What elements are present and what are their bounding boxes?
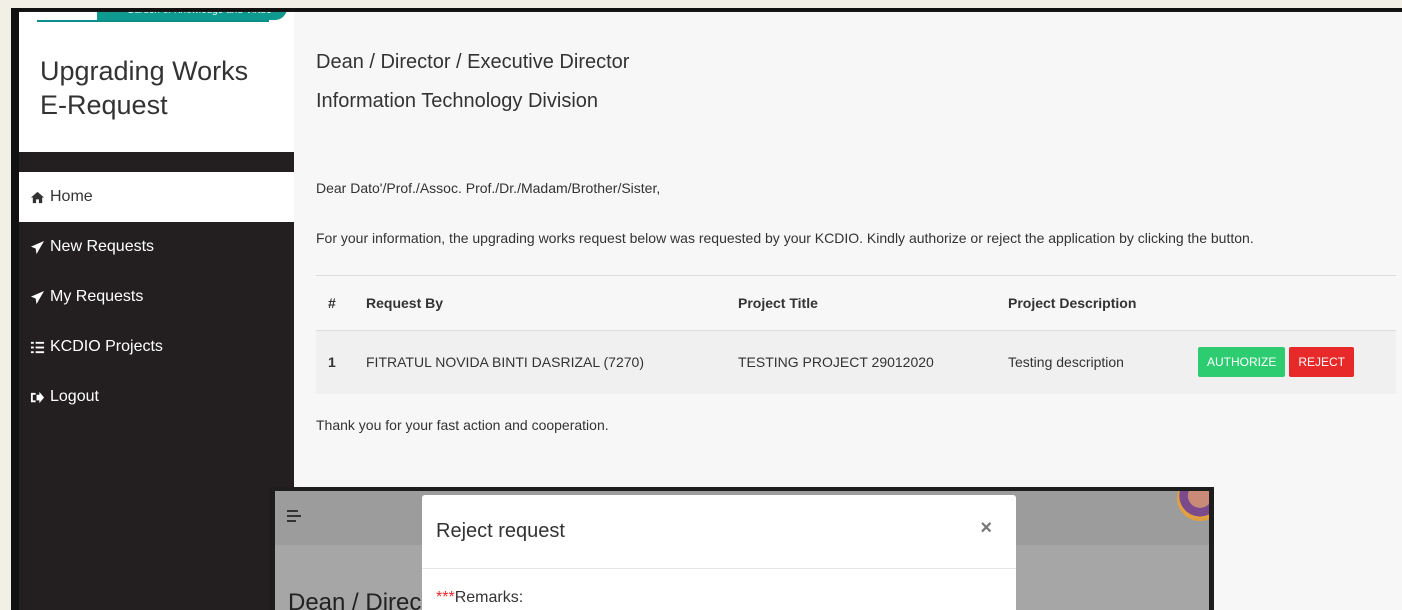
sidebar-item-my-requests[interactable]: My Requests	[19, 272, 294, 322]
recipient-title: Dean / Director / Executive Director	[316, 51, 630, 73]
modal-title: Reject request	[436, 520, 565, 542]
logo-tagline: Garden of Knowledge and Virtue	[97, 12, 287, 20]
modal-body: ***Remarks:	[422, 569, 1016, 610]
app-title: Upgrading Works E-Request	[40, 54, 280, 122]
division-title: Information Technology Division	[316, 90, 599, 112]
request-by-cell: FITRATUL NOVIDA BINTI DASRIZAL (7270)	[356, 330, 726, 394]
brand-panel: Garden of Knowledge and Virtue Upgrading…	[19, 12, 294, 152]
sidebar-item-kcdio-projects[interactable]: KCDIO Projects	[19, 322, 294, 372]
column-header-number: #	[316, 276, 356, 331]
remarks-label-text: Remarks:	[454, 589, 524, 606]
column-header-project-title: Project Title	[726, 276, 996, 331]
row-number: 1	[316, 330, 356, 394]
university-logo: Garden of Knowledge and Virtue	[37, 12, 287, 22]
sidebar-item-label: My Requests	[50, 288, 144, 305]
background-heading: Dean / Direc	[288, 589, 422, 610]
required-mark: ***	[436, 589, 455, 606]
sidebar-item-logout[interactable]: Logout	[19, 372, 294, 422]
table-row: 1 FITRATUL NOVIDA BINTI DASRIZAL (7270) …	[316, 330, 1396, 394]
sidebar-nav: Home New Requests My Requests KCDIO Proj…	[19, 172, 294, 422]
app-title-line1: Upgrading Works	[40, 56, 249, 86]
menu-toggle-icon[interactable]	[287, 509, 301, 523]
modal-backdrop: Dean / Direc Reject request × ***Remarks…	[275, 491, 1209, 610]
column-header-request-by: Request By	[356, 276, 726, 331]
project-title-cell: TESTING PROJECT 29012020	[726, 330, 996, 394]
sidebar-item-new-requests[interactable]: New Requests	[19, 222, 294, 272]
reject-button[interactable]: REJECT	[1289, 347, 1355, 378]
app-title-line2: E-Request	[40, 90, 168, 120]
sidebar-item-label: Logout	[50, 388, 99, 405]
column-header-project-description: Project Description	[996, 276, 1186, 331]
reject-modal: Reject request × ***Remarks:	[422, 495, 1016, 610]
sidebar-item-home[interactable]: Home	[19, 172, 294, 222]
logout-icon	[29, 389, 45, 405]
info-text: For your information, the upgrading work…	[316, 230, 1254, 246]
send-icon	[29, 289, 45, 305]
close-icon[interactable]: ×	[980, 517, 992, 540]
home-icon	[29, 189, 45, 205]
actions-cell: AUTHORIZE REJECT	[1186, 330, 1396, 394]
remarks-label: ***Remarks:	[436, 589, 523, 607]
table-header-row: # Request By Project Title Project Descr…	[316, 276, 1396, 331]
thanks-text: Thank you for your fast action and coope…	[316, 417, 609, 433]
column-header-actions	[1186, 276, 1396, 331]
modal-screenshot-overlay: Dean / Direc Reject request × ***Remarks…	[270, 487, 1214, 610]
sidebar-item-label: KCDIO Projects	[50, 338, 163, 355]
project-description-cell: Testing description	[996, 330, 1186, 394]
authorize-button[interactable]: AUTHORIZE	[1198, 347, 1286, 378]
sidebar: Garden of Knowledge and Virtue Upgrading…	[19, 12, 294, 610]
requests-table: # Request By Project Title Project Descr…	[316, 275, 1396, 394]
modal-header: Reject request ×	[422, 495, 1016, 569]
salutation-text: Dear Dato'/Prof./Assoc. Prof./Dr./Madam/…	[316, 180, 661, 196]
sidebar-item-label: Home	[50, 188, 93, 205]
send-icon	[29, 239, 45, 255]
list-icon	[29, 339, 45, 355]
sidebar-item-label: New Requests	[50, 238, 155, 255]
